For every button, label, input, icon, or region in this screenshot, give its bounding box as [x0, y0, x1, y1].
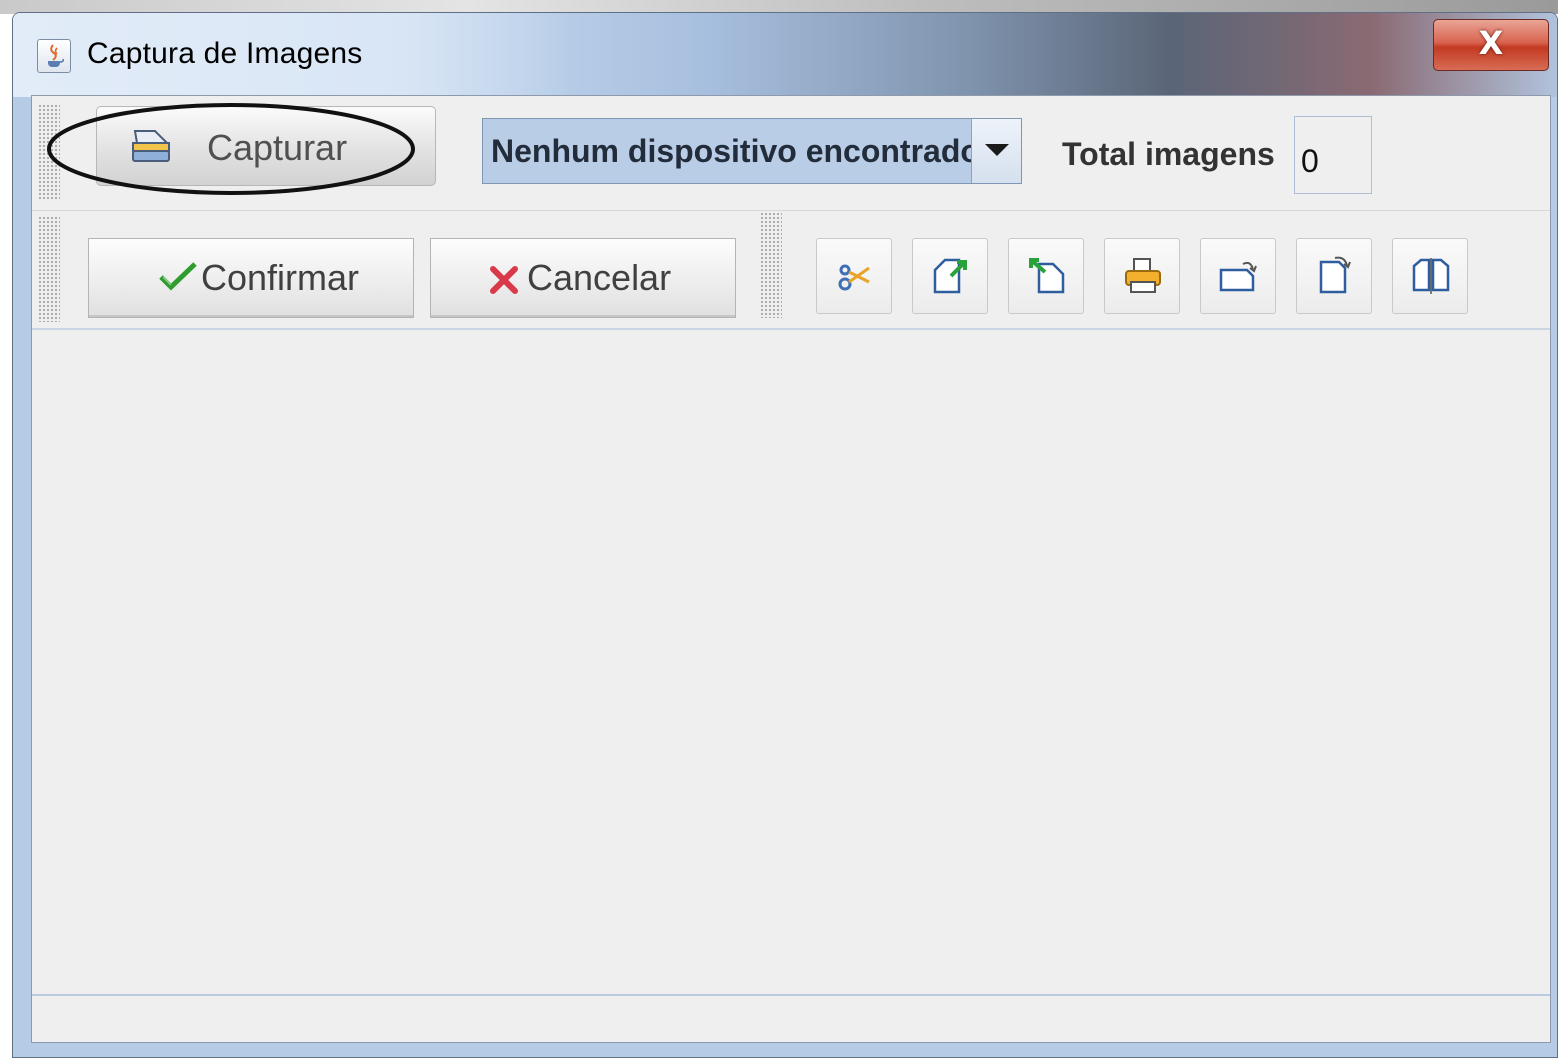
total-images-value: 0 [1301, 143, 1319, 179]
split-pages-button[interactable] [1392, 238, 1468, 314]
scanner-icon [132, 130, 170, 162]
device-select[interactable]: Nenhum dispositivo encontrado [482, 118, 1022, 184]
actions-toolbar: Confirmar Cancelar [32, 210, 1550, 330]
java-cup-icon [37, 39, 71, 73]
rotate-portrait-icon [1319, 256, 1351, 294]
capture-toolbar: Capturar Nenhum dispositivo encontrado T… [32, 96, 1550, 211]
import-button[interactable] [1008, 238, 1084, 314]
image-viewer[interactable] [32, 330, 1550, 996]
cancel-x-icon [490, 266, 518, 294]
toolbar-grip[interactable] [38, 104, 60, 200]
device-select-arrow[interactable] [971, 119, 1021, 183]
capture-label: Capturar [207, 127, 348, 168]
print-button[interactable] [1104, 238, 1180, 314]
dialog-content: Capturar Nenhum dispositivo encontrado T… [31, 95, 1551, 1043]
confirm-label: Confirmar [201, 257, 360, 298]
cancel-button[interactable]: Cancelar [430, 238, 736, 318]
confirm-button[interactable]: Confirmar [88, 238, 414, 318]
cut-icon [838, 264, 870, 291]
toolbar-grip[interactable] [38, 216, 60, 322]
capture-button[interactable]: Capturar [96, 106, 436, 186]
toolbar-grip[interactable] [760, 212, 782, 318]
cancel-label: Cancelar [527, 257, 672, 298]
rotate-portrait-button[interactable] [1296, 238, 1372, 314]
status-bar [32, 996, 1550, 1042]
window-title: Captura de Imagens [87, 37, 363, 70]
split-pages-icon [1412, 258, 1450, 294]
import-icon [1029, 258, 1065, 294]
checkmark-icon [159, 262, 197, 291]
total-images-field: 0 [1294, 116, 1372, 194]
rotate-landscape-icon [1219, 261, 1257, 292]
title-bar[interactable]: Captura de Imagens X [13, 13, 1557, 97]
rotate-landscape-button[interactable] [1200, 238, 1276, 314]
chevron-down-icon [985, 144, 1009, 156]
close-button[interactable]: X [1433, 19, 1549, 71]
device-select-value: Nenhum dispositivo encontrado [491, 133, 980, 169]
print-icon [1125, 258, 1161, 293]
export-button[interactable] [912, 238, 988, 314]
cut-button[interactable] [816, 238, 892, 314]
capture-dialog: Captura de Imagens X Capturar Nenhum dis… [12, 12, 1558, 1058]
total-images-label: Total imagens [1062, 136, 1275, 172]
export-icon [933, 258, 967, 294]
